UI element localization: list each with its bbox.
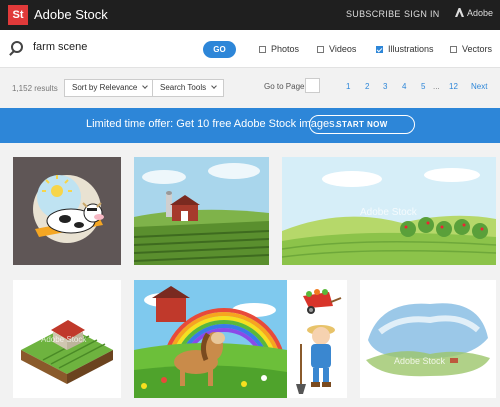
adobe-stock-logo[interactable]: St <box>8 5 28 25</box>
adobe-label: Adobe <box>467 8 494 18</box>
go-button[interactable]: GO <box>203 41 236 58</box>
filter-photos[interactable]: Photos <box>259 44 299 54</box>
filter-illustrations[interactable]: Illustrations <box>376 44 434 54</box>
promo-text: Limited time offer: Get 10 free Adobe St… <box>86 118 338 130</box>
result-image-boy-farmer[interactable] <box>287 280 347 398</box>
next-page-link[interactable]: Next <box>471 82 487 91</box>
isometric-farm-plot: Adobe Stock <box>13 280 121 398</box>
start-now-button[interactable]: START NOW <box>309 115 415 134</box>
search-tools-dropdown[interactable]: Search Tools <box>152 79 225 97</box>
filter-label: Photos <box>271 44 300 54</box>
sort-dropdown[interactable]: Sort by Relevance <box>64 79 156 97</box>
checkbox-photos[interactable] <box>259 45 266 53</box>
page-ellipsis: ... <box>433 82 440 91</box>
search-tools-label: Search Tools <box>160 83 207 92</box>
checkbox-vectors[interactable] <box>450 45 457 53</box>
cow-sunbathing-illustration <box>13 157 121 265</box>
adobe-logo-icon <box>455 8 464 17</box>
watercolor-countryside: Adobe Stock <box>360 280 496 398</box>
filter-label: Videos <box>329 44 357 54</box>
search-input[interactable] <box>33 41 173 53</box>
checkbox-illustrations[interactable] <box>376 45 383 53</box>
chevron-down-icon <box>142 83 149 89</box>
subscribe-link[interactable]: SUBSCRIBE <box>346 9 401 19</box>
checkbox-videos[interactable] <box>317 45 324 53</box>
results-count: 1,152 results <box>12 84 58 93</box>
result-image-watercolor[interactable]: Adobe Stock <box>360 280 496 398</box>
watermark: Adobe Stock <box>394 356 446 366</box>
filter-videos[interactable]: Videos <box>317 44 356 54</box>
page-link-2[interactable]: 2 <box>365 82 369 91</box>
filter-label: Vectors <box>462 44 493 54</box>
boy-farmer-wheelbarrow <box>287 280 347 398</box>
search-icon <box>11 41 23 53</box>
result-image-cow-sunbathing[interactable] <box>13 157 121 265</box>
brand-name[interactable]: Adobe Stock <box>34 7 108 22</box>
sign-in-link[interactable]: SIGN IN <box>404 9 440 19</box>
page-link-3[interactable]: 3 <box>383 82 387 91</box>
page-link-5[interactable]: 5 <box>421 82 425 91</box>
page-link-last[interactable]: 12 <box>449 82 458 91</box>
adobe-link[interactable]: Adobe <box>455 8 493 18</box>
result-image-farm-fields[interactable] <box>134 157 269 265</box>
watermark: Adobe Stock <box>360 207 418 218</box>
result-image-green-hills[interactable]: Adobe Stock <box>282 157 496 265</box>
result-image-isometric-farm[interactable]: Adobe Stock <box>13 280 121 398</box>
cartoon-horse-rainbow-barn <box>134 280 287 398</box>
chevron-down-icon <box>211 83 217 89</box>
filter-vectors[interactable]: Vectors <box>450 44 492 54</box>
sort-label: Sort by Relevance <box>72 83 138 92</box>
result-image-cartoon-horse[interactable] <box>134 280 287 398</box>
page-link-4[interactable]: 4 <box>402 82 406 91</box>
page-number-input[interactable] <box>305 78 320 93</box>
watermark: Adobe Stock <box>41 335 87 344</box>
page-link-1[interactable]: 1 <box>346 82 350 91</box>
green-hills-orchard-landscape: Adobe Stock <box>282 157 496 265</box>
go-to-page-label: Go to Page <box>264 82 305 91</box>
farm-fields-barn-silo <box>134 157 269 265</box>
filter-label: Illustrations <box>388 44 434 54</box>
